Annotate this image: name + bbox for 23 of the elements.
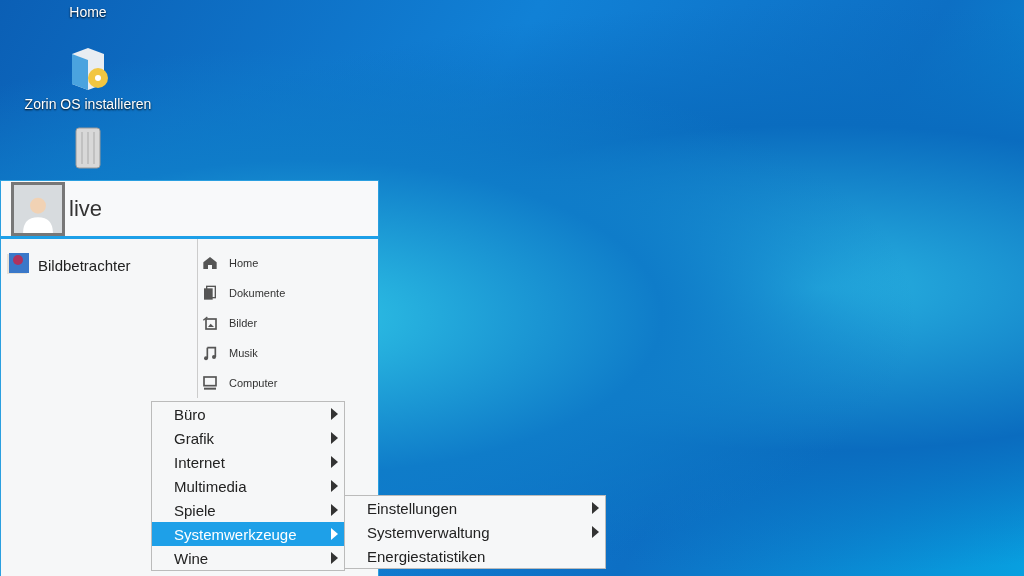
menu-item[interactable]: Spiele <box>152 498 344 522</box>
menu-item[interactable]: Internet <box>152 450 344 474</box>
menu-item[interactable]: Wine <box>152 546 344 570</box>
app-item[interactable]: Bildbetrachter <box>1 253 136 277</box>
place-item[interactable]: Musik <box>198 343 258 363</box>
place-item[interactable]: Dokumente <box>198 283 286 303</box>
documents-icon <box>202 285 218 301</box>
home-icon <box>202 255 218 271</box>
computer-icon <box>202 375 218 391</box>
menu-item[interactable]: Systemverwaltung <box>345 520 605 544</box>
pictures-icon <box>202 315 218 331</box>
menu-item[interactable]: Multimedia <box>152 474 344 498</box>
place-item[interactable]: Computer <box>198 373 278 393</box>
desktop-icon-label[interactable]: Zorin OS installieren <box>24 96 152 112</box>
user-name: live <box>69 195 102 222</box>
place-item[interactable]: Bilder <box>198 313 258 333</box>
menu-item[interactable]: Büro <box>152 402 344 426</box>
place-item[interactable]: Home <box>198 253 259 273</box>
desktop-icon-label[interactable]: Home <box>69 4 107 20</box>
menu-item[interactable]: Einstellungen <box>345 496 605 520</box>
music-icon <box>202 345 218 361</box>
menu-item[interactable]: Energiestatistiken <box>345 544 605 568</box>
menu-item[interactable]: Grafik <box>152 426 344 450</box>
